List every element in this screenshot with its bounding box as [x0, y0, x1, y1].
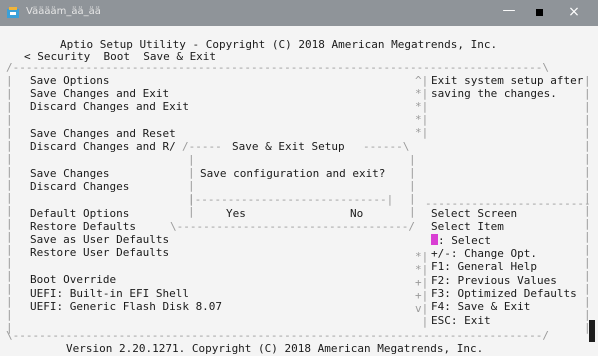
default-options-heading: Default Options	[30, 207, 130, 220]
help-line-1: Exit system setup after	[431, 74, 584, 87]
save-changes-item[interactable]: Save Changes	[30, 167, 109, 180]
save-changes-and-reset-item[interactable]: Save Changes and Reset	[30, 127, 176, 140]
key-save-exit: F4: Save & Exit	[431, 300, 531, 313]
discard-changes-item[interactable]: Discard Changes	[30, 180, 129, 193]
frame-bottom: \---------------------------------------…	[6, 329, 550, 342]
key-esc-exit: ESC: Exit	[431, 314, 491, 327]
dialog-left-border: | | | | |	[188, 153, 195, 218]
dialog-top-border-right: ------\	[363, 140, 410, 153]
window-titlebar: Vääääm_ää_ää — ×	[0, 0, 598, 26]
dialog-message: Save configuration and exit?	[200, 167, 386, 180]
column-separator-lower: *| *| +| +| v| |	[415, 250, 429, 328]
key-enter-select: : Select	[431, 234, 491, 247]
key-previous-values: F2: Previous Values	[431, 274, 557, 287]
help-line-2: saving the changes.	[431, 87, 557, 100]
scrollbar[interactable]	[589, 320, 595, 342]
key-optimized-defaults: F3: Optimized Defaults	[431, 287, 577, 300]
dialog-title: Save & Exit Setup	[232, 140, 345, 153]
dialog-top-border: /-----	[182, 140, 222, 153]
dialog-no-button[interactable]: No	[350, 207, 363, 220]
uefi-builtin-shell-item[interactable]: UEFI: Built-in EFI Shell	[30, 287, 189, 300]
version-footer: Version 2.20.1271. Copyright (C) 2018 Am…	[66, 342, 484, 355]
discard-changes-and-exit-item[interactable]: Discard Changes and Exit	[30, 100, 189, 113]
dialog-yes-button[interactable]: Yes	[226, 207, 246, 220]
save-changes-and-exit-item[interactable]: Save Changes and Exit	[30, 87, 169, 100]
restore-user-defaults-item[interactable]: Restore User Defaults	[30, 246, 169, 259]
maximize-icon[interactable]	[536, 9, 543, 16]
close-icon[interactable]: ×	[566, 4, 582, 20]
save-options-heading: Save Options	[30, 74, 110, 87]
key-general-help: F1: General Help	[431, 260, 537, 273]
key-change-opt: +/-: Change Opt.	[431, 247, 537, 260]
frame-top: /---------------------------------------…	[6, 61, 550, 74]
enter-key-highlight	[431, 234, 438, 245]
dialog-divider: |-----------------------------|	[188, 193, 394, 206]
save-as-user-defaults-item[interactable]: Save as User Defaults	[30, 233, 169, 246]
dialog-right-border: | | | | |	[409, 153, 416, 218]
column-separator: ^| *| *| *| *|	[415, 74, 429, 139]
restore-defaults-item[interactable]: Restore Defaults	[30, 220, 136, 233]
boot-override-heading: Boot Override	[30, 273, 117, 286]
key-select-screen: Select Screen	[431, 207, 518, 220]
dialog-bottom-border: \-----------------------------------/	[170, 220, 416, 233]
discard-changes-and-reset-item[interactable]: Discard Changes and R/	[30, 140, 176, 153]
minimize-icon[interactable]: —	[501, 4, 517, 20]
app-icon	[7, 7, 19, 18]
key-select-item: Select Item	[431, 220, 504, 233]
uefi-flash-disk-item[interactable]: UEFI: Generic Flash Disk 8.07	[30, 300, 222, 313]
window-title: Vääääm_ää_ää	[26, 6, 101, 17]
frame-left: | | | | | | | | | | | | | | | | | | | |	[6, 74, 13, 334]
